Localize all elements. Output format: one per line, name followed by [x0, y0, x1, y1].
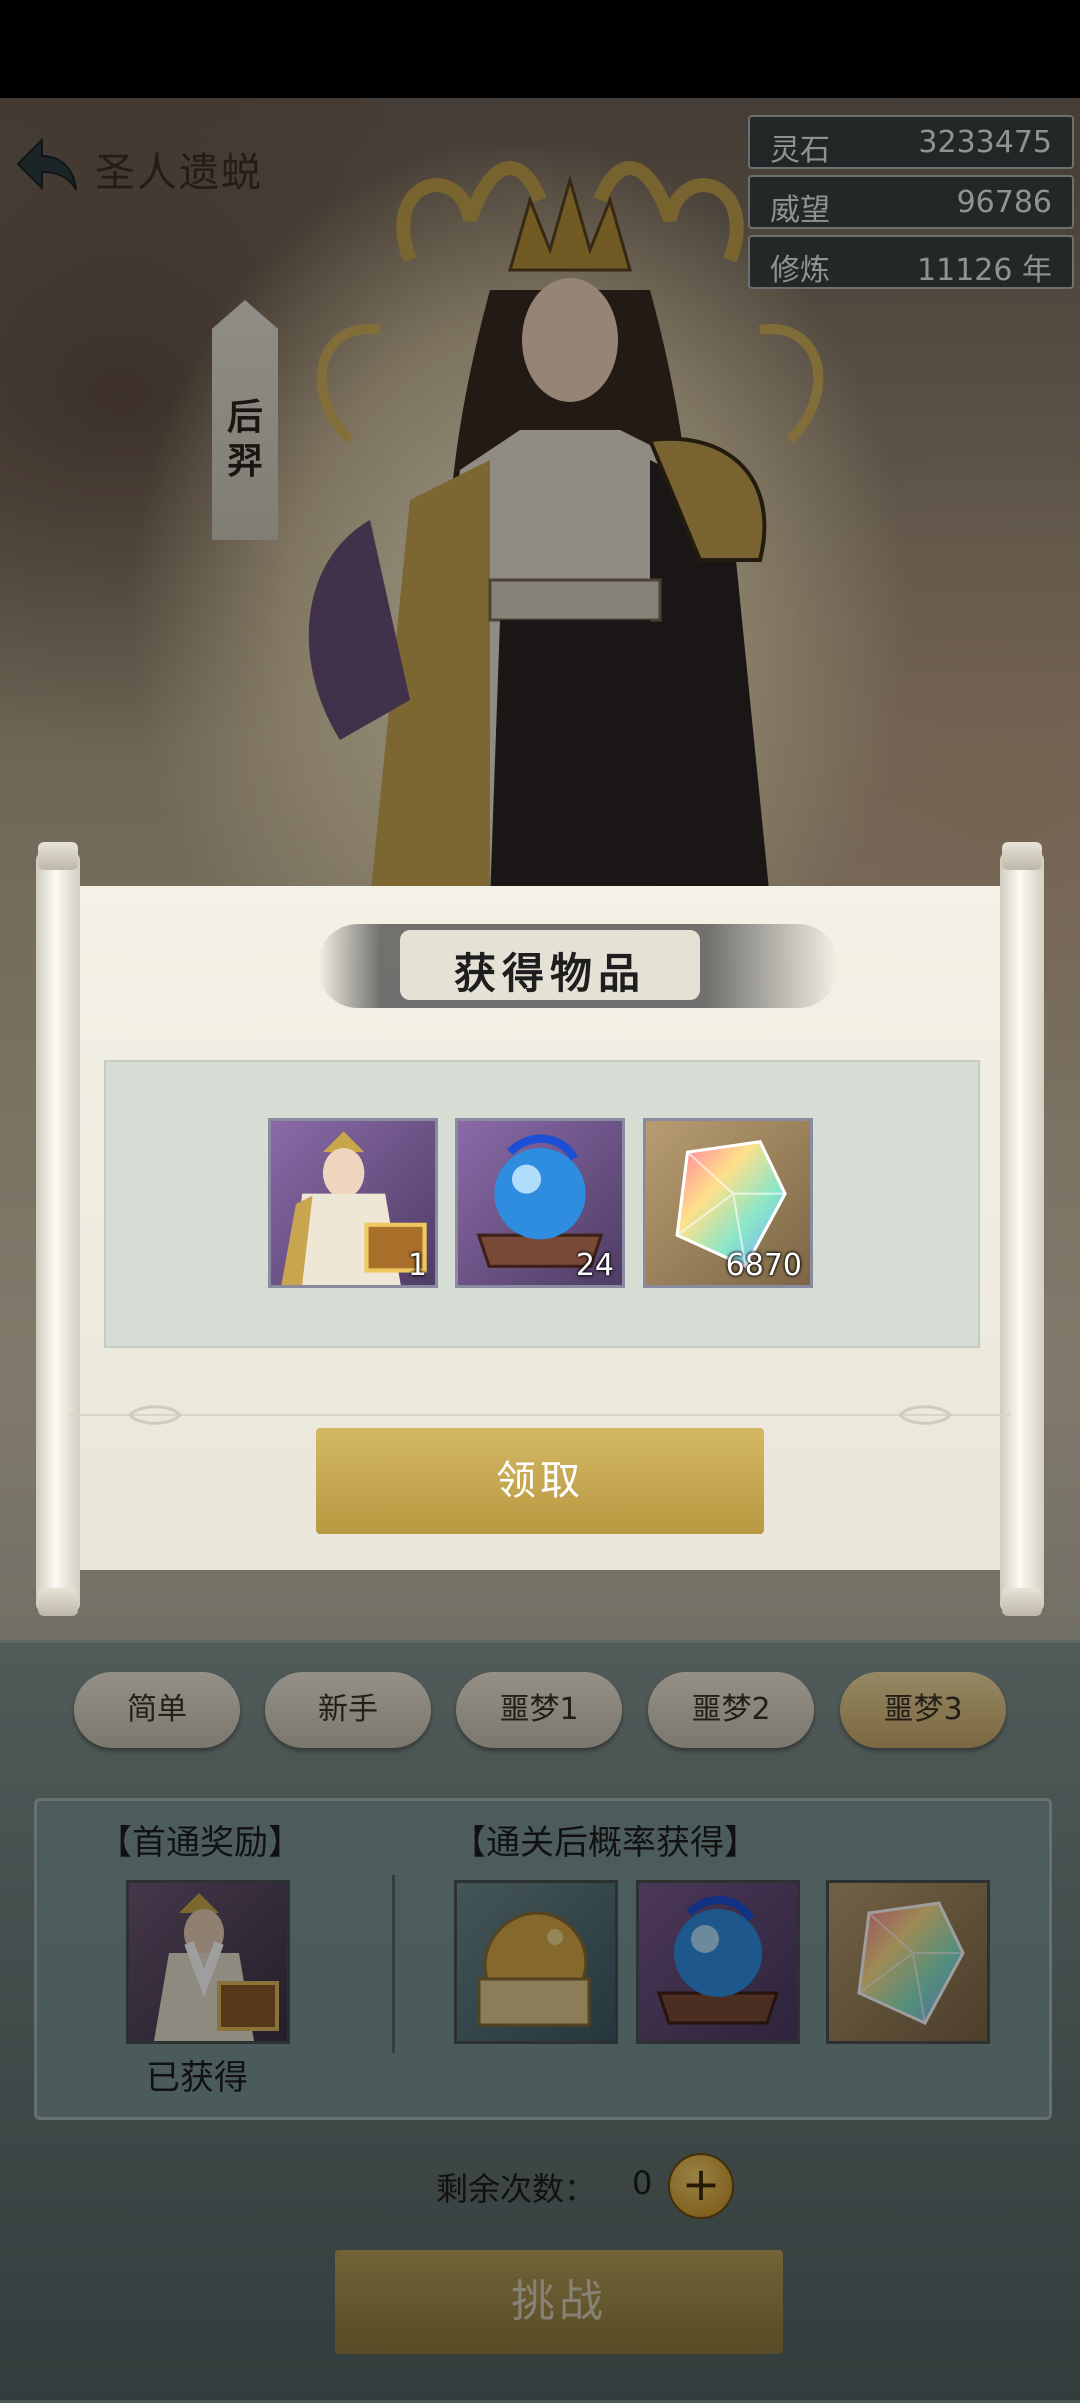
claim-button[interactable]: 领取 [316, 1428, 764, 1534]
obtained-item[interactable]: 24 [455, 1118, 625, 1288]
modal-title: 获得物品 [453, 949, 646, 998]
item-quantity: 1 [407, 1248, 427, 1283]
status-bar [0, 0, 1080, 98]
scroll-roller-right [1000, 852, 1044, 1612]
scroll-cap [38, 842, 78, 870]
cloud-divider [70, 1405, 1010, 1425]
item-quantity: 6870 [725, 1248, 802, 1283]
scroll-roller-left [36, 852, 80, 1612]
obtained-item[interactable]: 6870 [643, 1118, 813, 1288]
obtained-item[interactable]: 1 [268, 1118, 438, 1288]
item-quantity: 24 [575, 1248, 614, 1283]
scroll-cap [1002, 1588, 1042, 1616]
scroll-cap [38, 1588, 78, 1616]
scroll-cap [1002, 842, 1042, 870]
